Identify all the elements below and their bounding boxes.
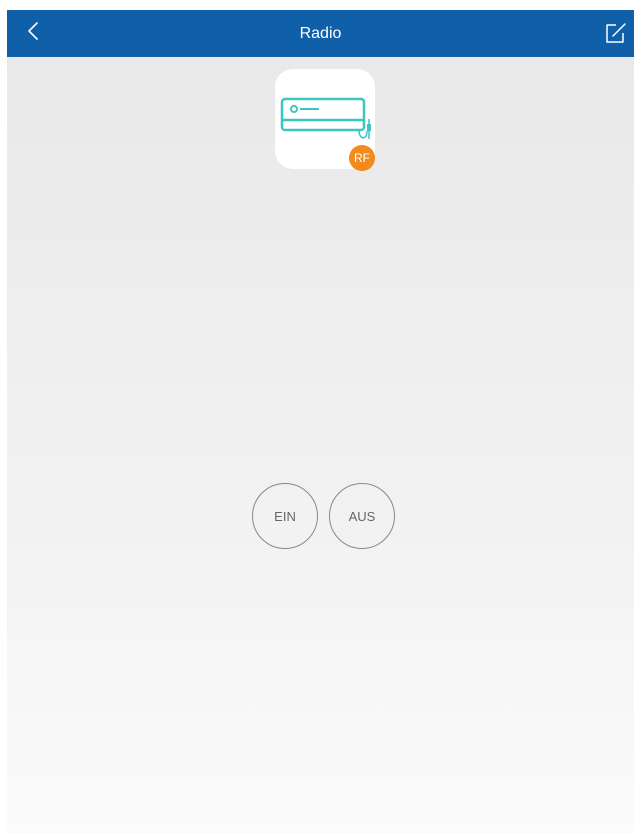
main-content: RF EIN AUS: [7, 57, 634, 834]
off-button[interactable]: AUS: [329, 483, 395, 549]
rf-badge: RF: [349, 145, 375, 171]
edit-icon: [606, 23, 626, 43]
device-tile: RF: [275, 69, 375, 171]
on-button[interactable]: EIN: [252, 483, 318, 549]
page-title: Radio: [299, 25, 342, 42]
app-header: Radio: [7, 10, 634, 57]
edit-button[interactable]: [604, 21, 628, 45]
